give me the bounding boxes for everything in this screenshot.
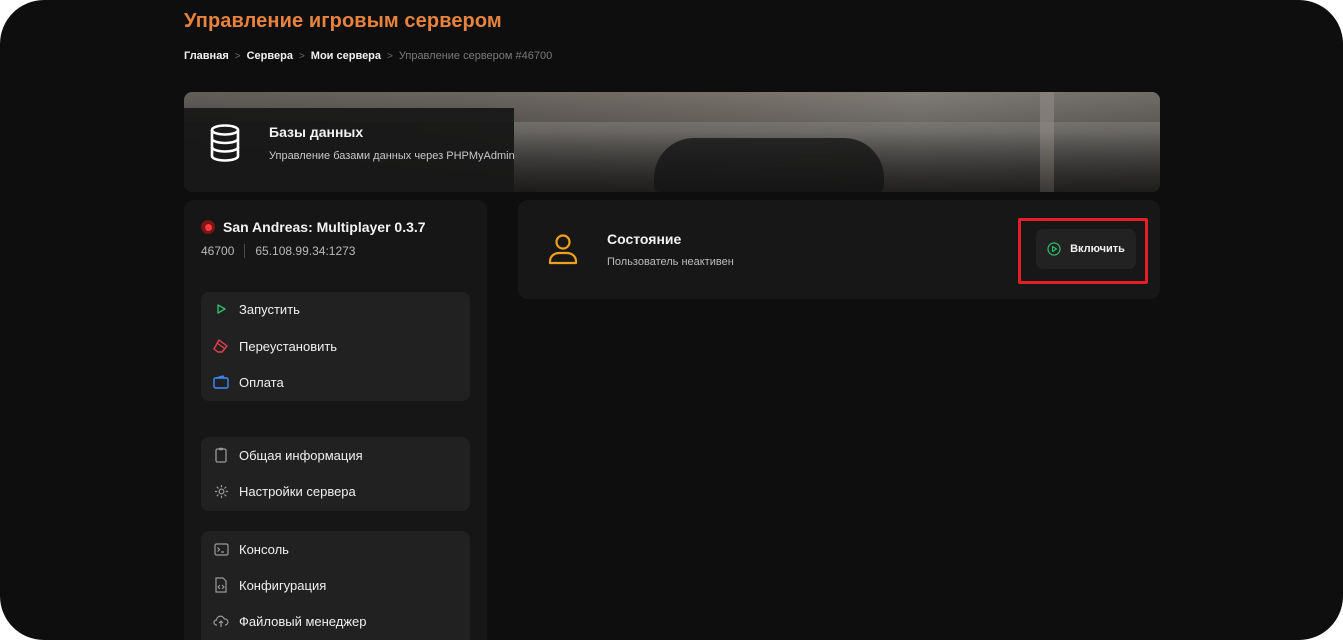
- server-title: San Andreas: Multiplayer 0.3.7: [201, 219, 426, 235]
- state-subtitle: Пользователь неактивен: [607, 256, 734, 268]
- page-title: Управление игровым сервером: [184, 10, 502, 32]
- server-address[interactable]: 65.108.99.34:1273: [255, 244, 355, 258]
- eraser-icon: [213, 338, 229, 354]
- clipboard-icon: [213, 447, 229, 463]
- play-icon: [213, 301, 229, 317]
- database-icon: [210, 124, 240, 162]
- menu-item-console[interactable]: Консоль: [213, 539, 289, 559]
- breadcrumb-separator: >: [298, 50, 305, 62]
- menu-item-label: Общая информация: [239, 447, 363, 463]
- app-window: Управление игровым сервером Главная > Се…: [0, 0, 1343, 640]
- gear-icon: [213, 483, 229, 499]
- server-id: 46700: [201, 244, 235, 258]
- enable-button-label: Включить: [1070, 243, 1125, 255]
- terminal-icon: [213, 541, 229, 557]
- menu-item-label: Конфигурация: [239, 577, 327, 593]
- user-icon: [548, 234, 578, 265]
- menu-group-info: Общая информация Настройки сервера: [201, 437, 470, 511]
- breadcrumb-my-servers[interactable]: Мои сервера: [311, 50, 381, 62]
- menu-item-label: Переустановить: [239, 338, 338, 354]
- menu-item-label: Консоль: [239, 541, 289, 557]
- enable-button[interactable]: Включить: [1036, 229, 1136, 269]
- breadcrumb-current: Управление сервером #46700: [398, 50, 553, 62]
- menu-item-label: Оплата: [239, 374, 284, 390]
- menu-item-label: Настройки сервера: [239, 483, 356, 499]
- wallet-icon: [213, 374, 229, 390]
- menu-item-general-info[interactable]: Общая информация: [213, 445, 363, 465]
- breadcrumb-separator: >: [234, 50, 241, 62]
- menu-group-tools: Консоль Конфигурация Файловый менеджер: [201, 531, 470, 640]
- breadcrumb-servers[interactable]: Сервера: [247, 50, 293, 62]
- menu-item-configuration[interactable]: Конфигурация: [213, 575, 326, 595]
- menu-item-server-settings[interactable]: Настройки сервера: [213, 481, 356, 501]
- breadcrumb: Главная > Сервера > Мои сервера > Управл…: [184, 49, 552, 63]
- server-meta: 46700 65.108.99.34:1273: [201, 244, 355, 258]
- menu-item-file-manager[interactable]: Файловый менеджер: [213, 611, 367, 631]
- divider: [244, 244, 246, 258]
- breadcrumb-separator: >: [387, 50, 393, 62]
- play-circle-icon: [1047, 242, 1061, 256]
- banner-subtitle: Управление базами данных через PHPMyAdmi…: [269, 150, 515, 162]
- status-indicator-icon: [201, 220, 215, 234]
- menu-item-payment[interactable]: Оплата: [213, 372, 284, 392]
- banner-info-card: Базы данных Управление базами данных чер…: [184, 108, 515, 192]
- server-sidebar: San Andreas: Multiplayer 0.3.7 46700 65.…: [184, 200, 487, 640]
- menu-item-reinstall[interactable]: Переустановить: [213, 336, 337, 356]
- code-file-icon: [213, 577, 229, 593]
- server-name: San Andreas: Multiplayer 0.3.7: [223, 219, 426, 235]
- menu-item-start[interactable]: Запустить: [213, 299, 300, 319]
- menu-item-label: Файловый менеджер: [239, 613, 367, 629]
- section-banner: Базы данных Управление базами данных чер…: [184, 92, 1160, 192]
- state-title: Состояние: [607, 231, 682, 247]
- cloud-upload-icon: [213, 613, 229, 629]
- menu-group-actions: Запустить Переустановить Оплата: [201, 292, 470, 401]
- menu-item-label: Запустить: [239, 301, 300, 317]
- breadcrumb-home[interactable]: Главная: [184, 50, 229, 62]
- banner-title: Базы данных: [269, 124, 364, 140]
